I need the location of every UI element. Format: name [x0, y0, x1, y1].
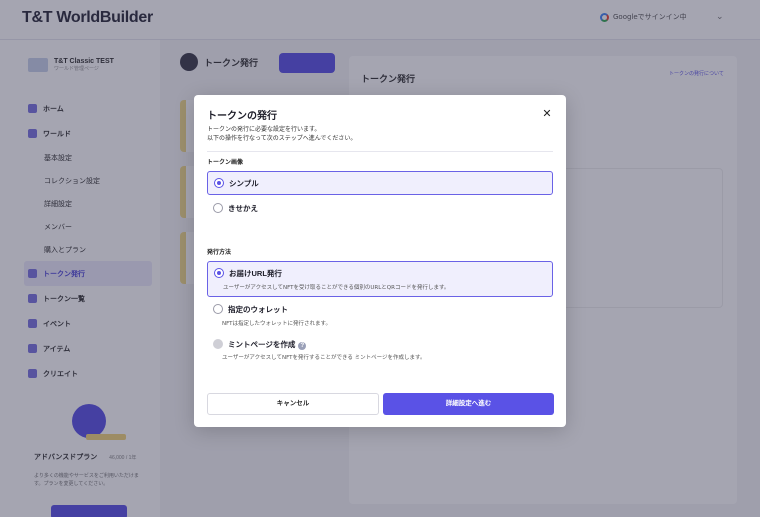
option-mint-page[interactable]: ミントページを作成? ユーザーがアクセスしてNFTを発行することができる ミント…: [207, 336, 553, 366]
modal-description: トークンの発行に必要な設定を行います。 以下の操作を行なって次のステップへ進んで…: [207, 126, 357, 142]
token-issue-modal: トークンの発行 ✕ トークンの発行に必要な設定を行います。 以下の操作を行なって…: [194, 95, 566, 427]
help-icon[interactable]: ?: [298, 342, 307, 350]
divider: [207, 151, 553, 152]
radio-kisekae[interactable]: [213, 203, 223, 213]
modal-title: トークンの発行: [207, 111, 277, 122]
token-image-label: トークン画像: [207, 160, 244, 166]
radio-mint-page[interactable]: [213, 339, 223, 349]
option-delivery-url[interactable]: お届けURL発行 ユーザーがアクセスしてNFTを受け取ることができる個別のURL…: [207, 261, 553, 297]
cancel-button[interactable]: キャンセル: [207, 393, 379, 415]
option-simple[interactable]: シンプル: [207, 171, 553, 195]
option-kisekae[interactable]: きせかえ: [207, 197, 553, 221]
issue-method-label: 発行方法: [207, 250, 232, 256]
radio-delivery-url[interactable]: [214, 268, 224, 278]
radio-wallet[interactable]: [213, 304, 223, 314]
radio-simple[interactable]: [214, 178, 224, 188]
close-icon[interactable]: ✕: [540, 107, 554, 121]
option-wallet[interactable]: 指定のウォレット NFTは指定したウォレットに発行されます。: [207, 301, 553, 331]
next-button[interactable]: 詳細設定へ進む: [383, 393, 554, 415]
